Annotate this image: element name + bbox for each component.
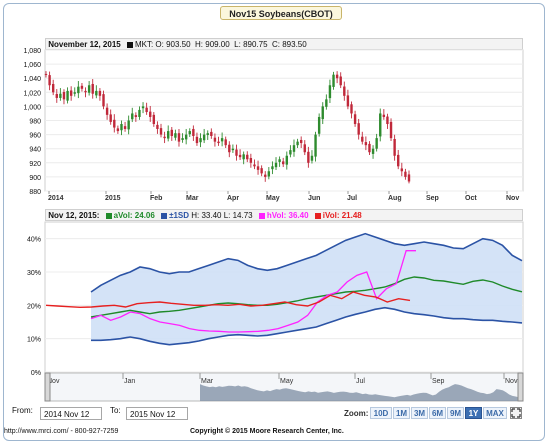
zoom-1m-button[interactable]: 1M (393, 407, 410, 419)
navigator-handle-right (517, 372, 524, 402)
fullscreen-icon[interactable] (510, 407, 522, 419)
zoom-3m-button[interactable]: 3M (411, 407, 428, 419)
footer-copyright: Copyright © 2015 Moore Research Center, … (190, 428, 344, 435)
zoom-1y-button[interactable]: 1Y (465, 407, 482, 419)
navigator-label: Sep (432, 378, 445, 385)
navigator[interactable]: Nov Jan Mar May Jul Sep Nov (0, 0, 550, 405)
to-label: To: (110, 406, 121, 415)
navigator-label: Jul (356, 378, 365, 385)
to-date-input[interactable]: 2015 Nov 12 (126, 407, 188, 420)
zoom-9m-button[interactable]: 9M (447, 407, 464, 419)
from-date-input[interactable]: 2014 Nov 12 (40, 407, 102, 420)
zoom-6m-button[interactable]: 6M (429, 407, 446, 419)
footer-contact: http://www.mrci.com/ - 800-927-7259 (4, 428, 119, 435)
navigator-label: May (280, 378, 294, 385)
zoom-label: Zoom: (344, 409, 369, 418)
navigator-label: Mar (201, 378, 214, 385)
from-label: From: (12, 406, 33, 415)
zoom-max-button[interactable]: MAX (483, 407, 507, 419)
navigator-label: Nov (505, 378, 518, 385)
zoom-10d-button[interactable]: 10D (370, 407, 392, 419)
navigator-label: Jan (124, 378, 135, 385)
navigator-handle-left (44, 372, 51, 402)
